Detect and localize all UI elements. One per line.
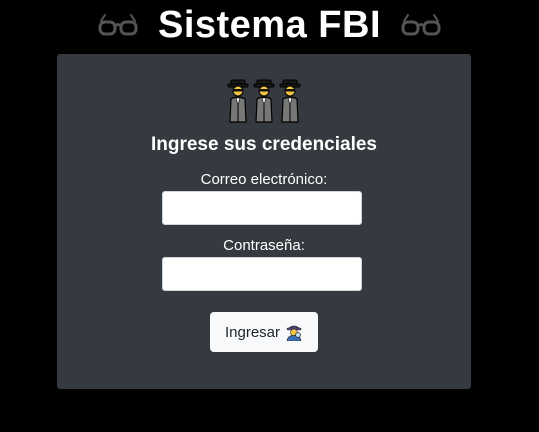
login-heading: Ingrese sus credenciales xyxy=(150,134,377,155)
login-card: Ingrese sus credenciales Correo electrón… xyxy=(57,54,471,389)
page-title: Sistema FBI xyxy=(157,4,382,46)
man-in-business-suit-icon xyxy=(227,78,249,124)
glasses-icon xyxy=(401,12,441,38)
email-label: Correo electrónico: xyxy=(200,171,328,188)
glasses-icon xyxy=(98,12,138,38)
detective-icon xyxy=(285,323,303,341)
password-field[interactable] xyxy=(162,257,362,291)
login-button-label: Ingresar xyxy=(224,323,281,341)
man-in-business-suit-icon xyxy=(253,78,275,124)
agents-decoration xyxy=(57,78,471,124)
man-in-business-suit-icon xyxy=(279,78,301,124)
login-button[interactable]: Ingresar xyxy=(210,312,318,352)
email-field[interactable] xyxy=(162,191,362,225)
password-label: Contraseña: xyxy=(223,237,305,254)
page-header: Sistema FBI xyxy=(0,0,539,50)
